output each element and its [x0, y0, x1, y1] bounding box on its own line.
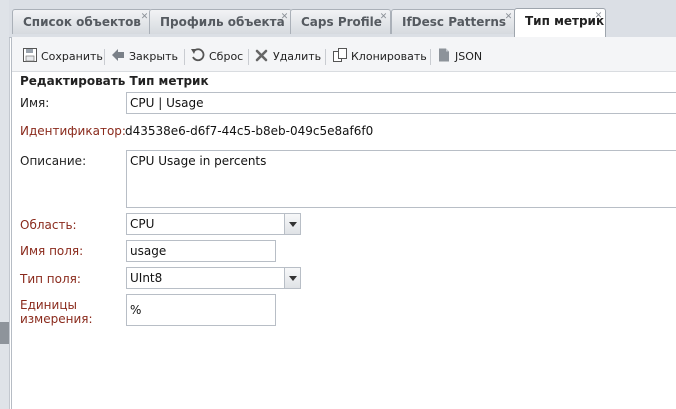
tab-label: Список объектов	[23, 15, 141, 29]
reset-label: Сброс	[209, 50, 244, 63]
name-label: Имя:	[20, 96, 50, 110]
document-icon	[439, 48, 449, 62]
arrow-left-icon	[112, 49, 124, 61]
units-label: Единицы измерения:	[20, 298, 93, 326]
close-button[interactable]: Закрыть	[110, 47, 178, 65]
scope-selected-value: CPU	[130, 217, 155, 231]
identifier-value: d43538e6-d6f7-44c5-b8eb-049c5e8af6f0	[125, 124, 374, 138]
clone-button[interactable]: Клонировать	[332, 47, 427, 65]
close-label: Закрыть	[129, 50, 178, 63]
toolbar-separator	[104, 49, 105, 65]
scope-label: Область:	[20, 218, 77, 232]
close-icon[interactable]: ✕	[379, 13, 388, 22]
toolbar: Сохранить Закрыть Сброс Удалить Клониров…	[12, 37, 676, 72]
delete-x-icon	[255, 49, 268, 62]
identifier-label: Идентификатор:	[20, 124, 126, 138]
field-type-selected-value: UInt8	[130, 271, 163, 285]
reset-button[interactable]: Сброс	[190, 47, 243, 65]
tab-object-profile[interactable]: Профиль объекта ✕	[149, 9, 292, 34]
field-name-label: Имя поля:	[20, 244, 84, 258]
save-button[interactable]: Сохранить	[22, 47, 103, 65]
floppy-disk-icon	[23, 48, 37, 62]
close-icon[interactable]: ✕	[280, 13, 289, 22]
copy-icon	[333, 48, 347, 62]
field-type-select[interactable]: UInt8	[126, 267, 301, 289]
json-button[interactable]: JSON	[436, 47, 482, 65]
name-input[interactable]: CPU | Usage	[126, 92, 676, 114]
tab-bar: Список объектов ✕ Профиль объекта ✕ Caps…	[9, 0, 676, 38]
tab-label: Профиль объекта	[160, 15, 285, 29]
description-label: Описание:	[20, 154, 87, 168]
form-title: Редактировать Тип метрик	[20, 74, 209, 88]
tab-ifdesc-patterns[interactable]: IfDesc Patterns ✕	[391, 9, 516, 34]
close-icon[interactable]: ✕	[594, 12, 603, 21]
toolbar-separator	[430, 49, 431, 65]
close-icon[interactable]: ✕	[504, 13, 513, 22]
tab-label: IfDesc Patterns	[402, 15, 507, 29]
toolbar-separator	[325, 49, 326, 65]
tab-metric-type[interactable]: Тип метрик ✕	[514, 8, 606, 37]
field-name-input[interactable]: usage	[126, 240, 276, 262]
tab-caps-profile[interactable]: Caps Profile ✕	[290, 9, 391, 34]
tab-label: Caps Profile	[301, 15, 382, 29]
scope-select[interactable]: CPU	[126, 213, 301, 235]
chevron-down-icon[interactable]	[284, 268, 300, 288]
toolbar-separator	[248, 49, 249, 65]
description-textarea[interactable]: CPU Usage in percents	[126, 150, 676, 208]
units-input[interactable]: %	[126, 294, 276, 326]
sidebar-splitter-handle[interactable]	[0, 322, 9, 344]
chevron-down-icon[interactable]	[284, 214, 300, 234]
toolbar-separator	[184, 49, 185, 65]
edit-panel: Сохранить Закрыть Сброс Удалить Клониров…	[11, 37, 676, 409]
tab-object-list[interactable]: Список объектов ✕	[12, 9, 152, 34]
left-collapsed-sidebar	[0, 0, 10, 409]
field-type-label: Тип поля:	[20, 272, 81, 286]
tab-label: Тип метрик	[525, 14, 605, 28]
save-label: Сохранить	[41, 50, 103, 63]
clone-label: Клонировать	[351, 50, 427, 63]
json-label: JSON	[455, 50, 483, 63]
delete-label: Удалить	[273, 50, 322, 63]
undo-icon	[191, 48, 205, 62]
delete-button[interactable]: Удалить	[254, 47, 321, 65]
close-icon[interactable]: ✕	[140, 13, 149, 22]
